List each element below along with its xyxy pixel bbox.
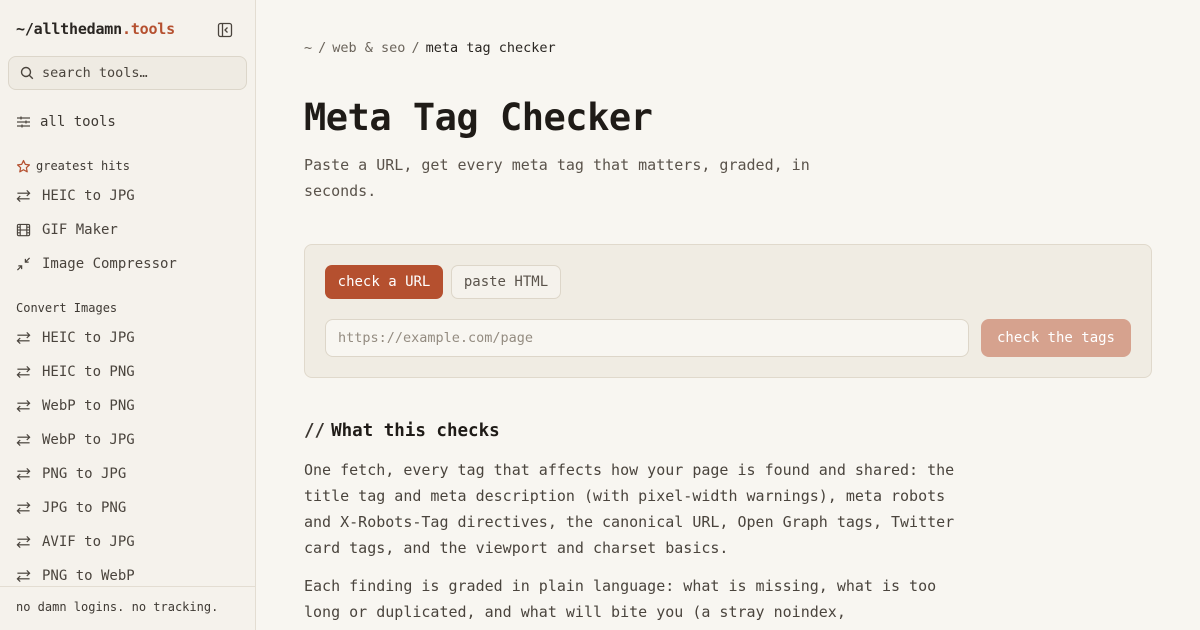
brand-prefix: ~/allthedamn bbox=[16, 20, 122, 38]
sidebar-item-avif-to-jpg[interactable]: AVIF to JPG bbox=[16, 531, 246, 553]
sidebar-collapse-icon bbox=[217, 22, 233, 38]
search-icon bbox=[20, 66, 34, 80]
checker-form: check a URL paste HTML check the tags bbox=[304, 244, 1152, 378]
brand-accent: .tools bbox=[121, 20, 175, 38]
sidebar-item-label: all tools bbox=[40, 114, 116, 130]
search-box[interactable] bbox=[8, 56, 247, 90]
heading-prefix: // bbox=[304, 421, 326, 441]
arrows-icon bbox=[16, 189, 31, 203]
sidebar-item-heic-to-jpg[interactable]: HEIC to JPG bbox=[16, 327, 246, 349]
arrows-icon bbox=[16, 535, 31, 549]
breadcrumb-category[interactable]: web & seo bbox=[332, 40, 405, 56]
sidebar-item-label: AVIF to JPG bbox=[42, 534, 135, 550]
sidebar-item-label: GIF Maker bbox=[42, 222, 118, 238]
sidebar-footer: no damn logins. no tracking. bbox=[0, 586, 255, 630]
page-subtitle: Paste a URL, get every meta tag that mat… bbox=[304, 156, 810, 200]
sidebar-item-label: PNG to JPG bbox=[42, 466, 127, 482]
compress-icon bbox=[16, 257, 31, 271]
search-input[interactable] bbox=[42, 65, 232, 81]
sidebar-item-webp-to-jpg[interactable]: WebP to JPG bbox=[16, 429, 246, 451]
section-convert-images: Convert Images bbox=[16, 299, 117, 317]
sidebar: ~/allthedamn.tools all tools greate bbox=[0, 0, 256, 630]
star-icon bbox=[16, 159, 31, 172]
sidebar-item-jpg-to-png[interactable]: JPG to PNG bbox=[16, 497, 246, 519]
breadcrumb-separator: / bbox=[411, 40, 420, 56]
tab-check-url[interactable]: check a URL bbox=[325, 265, 443, 299]
sidebar-item-gif-maker[interactable]: GIF Maker bbox=[16, 219, 246, 241]
sidebar-item-label: WebP to JPG bbox=[42, 432, 135, 448]
sidebar-item-all-tools[interactable]: all tools bbox=[16, 112, 116, 132]
sliders-icon bbox=[17, 116, 30, 128]
sidebar-item-label: PNG to WebP bbox=[42, 568, 135, 584]
section-label: greatest hits bbox=[36, 159, 130, 173]
arrows-icon bbox=[16, 467, 31, 481]
sidebar-item-label: WebP to PNG bbox=[42, 398, 135, 414]
heading-text: What this checks bbox=[331, 421, 500, 441]
sidebar-item-label: HEIC to JPG bbox=[42, 330, 135, 346]
url-input[interactable] bbox=[325, 319, 969, 357]
section-greatest-hits: greatest hits bbox=[16, 157, 130, 175]
checks-paragraph-2: Each finding is graded in plain language… bbox=[304, 577, 937, 621]
arrows-icon bbox=[16, 399, 31, 413]
breadcrumb: ~ / web & seo / meta tag checker bbox=[304, 40, 556, 56]
film-icon bbox=[16, 223, 31, 237]
collapse-sidebar-button[interactable] bbox=[215, 20, 235, 40]
sidebar-item-label: JPG to PNG bbox=[42, 500, 127, 516]
breadcrumb-separator: / bbox=[318, 40, 327, 56]
sidebar-item-label: HEIC to PNG bbox=[42, 364, 135, 380]
check-tags-button[interactable]: check the tags bbox=[981, 319, 1131, 357]
arrows-icon bbox=[16, 331, 31, 345]
sidebar-item-webp-to-png[interactable]: WebP to PNG bbox=[16, 395, 246, 417]
sidebar-item-png-to-jpg[interactable]: PNG to JPG bbox=[16, 463, 246, 485]
sidebar-item-heic-to-jpg[interactable]: HEIC to JPG bbox=[16, 185, 246, 207]
breadcrumb-current: meta tag checker bbox=[425, 40, 556, 56]
section-label: Convert Images bbox=[16, 301, 118, 315]
breadcrumb-home[interactable]: ~ bbox=[304, 40, 312, 56]
sidebar-item-png-to-webp[interactable]: PNG to WebP bbox=[16, 565, 246, 587]
arrows-icon bbox=[16, 365, 31, 379]
sidebar-item-image-compressor[interactable]: Image Compressor bbox=[16, 253, 246, 275]
sidebar-item-label: HEIC to JPG bbox=[42, 188, 135, 204]
arrows-icon bbox=[16, 501, 31, 515]
brand-logo[interactable]: ~/allthedamn.tools bbox=[16, 20, 175, 38]
tab-paste-html[interactable]: paste HTML bbox=[451, 265, 561, 299]
checks-paragraph-1: One fetch, every tag that affects how yo… bbox=[304, 461, 955, 557]
section-heading: //What this checks bbox=[304, 421, 500, 441]
arrows-icon bbox=[16, 433, 31, 447]
sidebar-item-heic-to-png[interactable]: HEIC to PNG bbox=[16, 361, 246, 383]
sidebar-item-label: Image Compressor bbox=[42, 256, 177, 272]
page-title: Meta Tag Checker bbox=[304, 96, 653, 139]
arrows-icon bbox=[16, 569, 31, 583]
